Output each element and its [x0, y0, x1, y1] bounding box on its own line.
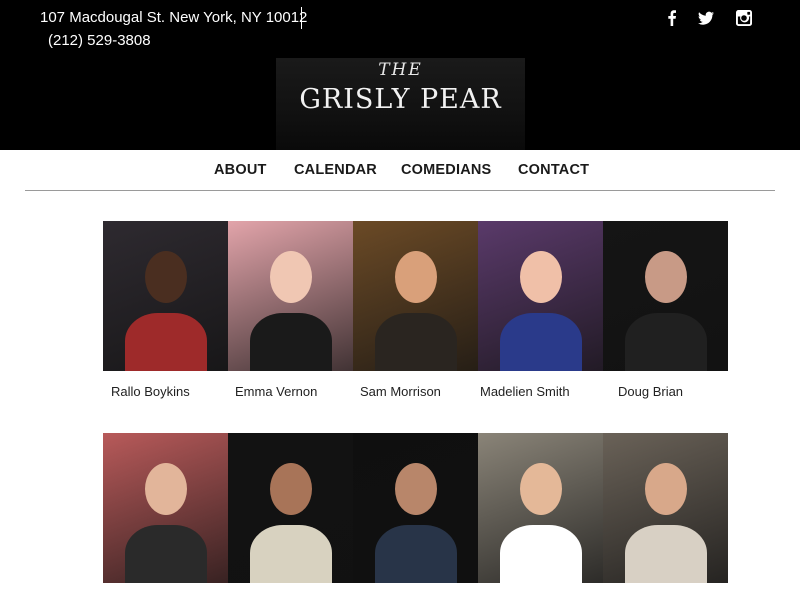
comedian-photo[interactable] — [603, 433, 728, 583]
comedian-photo[interactable] — [103, 221, 228, 371]
phone-text: (212) 529-3808 — [48, 32, 151, 49]
comedian-name[interactable]: Sam Morrison — [360, 384, 441, 399]
person-torso — [625, 313, 707, 371]
comedian-name[interactable]: Madelien Smith — [480, 384, 570, 399]
logo-top-word: THE — [378, 60, 423, 80]
nav-divider — [25, 190, 775, 191]
nav-contact[interactable]: CONTACT — [518, 162, 589, 178]
nav-calendar[interactable]: CALENDAR — [294, 162, 377, 178]
person-torso — [250, 313, 332, 371]
person-head — [145, 251, 187, 303]
comedian-photo[interactable] — [353, 221, 478, 371]
person-head — [520, 463, 562, 515]
person-head — [645, 251, 687, 303]
comedian-photo[interactable] — [478, 221, 603, 371]
person-torso — [125, 525, 207, 583]
person-head — [520, 251, 562, 303]
person-torso — [500, 313, 582, 371]
person-torso — [500, 525, 582, 583]
twitter-icon[interactable] — [698, 10, 714, 26]
comedian-name[interactable]: Doug Brian — [618, 384, 683, 399]
instagram-icon[interactable] — [736, 10, 752, 26]
person-torso — [625, 525, 707, 583]
person-head — [145, 463, 187, 515]
person-torso — [375, 525, 457, 583]
comedian-photo[interactable] — [603, 221, 728, 371]
person-torso — [250, 525, 332, 583]
nav-about[interactable]: ABOUT — [214, 162, 267, 178]
logo-name: GRISLY PEAR — [299, 84, 502, 115]
comedian-name[interactable]: Rallo Boykins — [111, 384, 190, 399]
person-head — [270, 463, 312, 515]
site-header: 107 Macdougal St. New York, NY 10012 (21… — [0, 0, 800, 150]
comedian-photo[interactable] — [478, 433, 603, 583]
person-head — [395, 463, 437, 515]
address-divider — [301, 7, 302, 29]
site-logo[interactable]: THE GRISLY PEAR — [276, 58, 525, 150]
comedian-photo[interactable] — [228, 433, 353, 583]
nav-comedians[interactable]: COMEDIANS — [401, 162, 491, 178]
person-head — [270, 251, 312, 303]
comedian-photo[interactable] — [103, 433, 228, 583]
comedian-photo[interactable] — [228, 221, 353, 371]
address-text: 107 Macdougal St. New York, NY 10012 — [40, 9, 308, 26]
comedian-photo[interactable] — [353, 433, 478, 583]
facebook-icon[interactable] — [664, 10, 680, 26]
person-torso — [125, 313, 207, 371]
person-torso — [375, 313, 457, 371]
person-head — [645, 463, 687, 515]
person-head — [395, 251, 437, 303]
main-nav: ABOUT CALENDAR COMEDIANS CONTACT — [0, 150, 800, 190]
comedian-name[interactable]: Emma Vernon — [235, 384, 317, 399]
